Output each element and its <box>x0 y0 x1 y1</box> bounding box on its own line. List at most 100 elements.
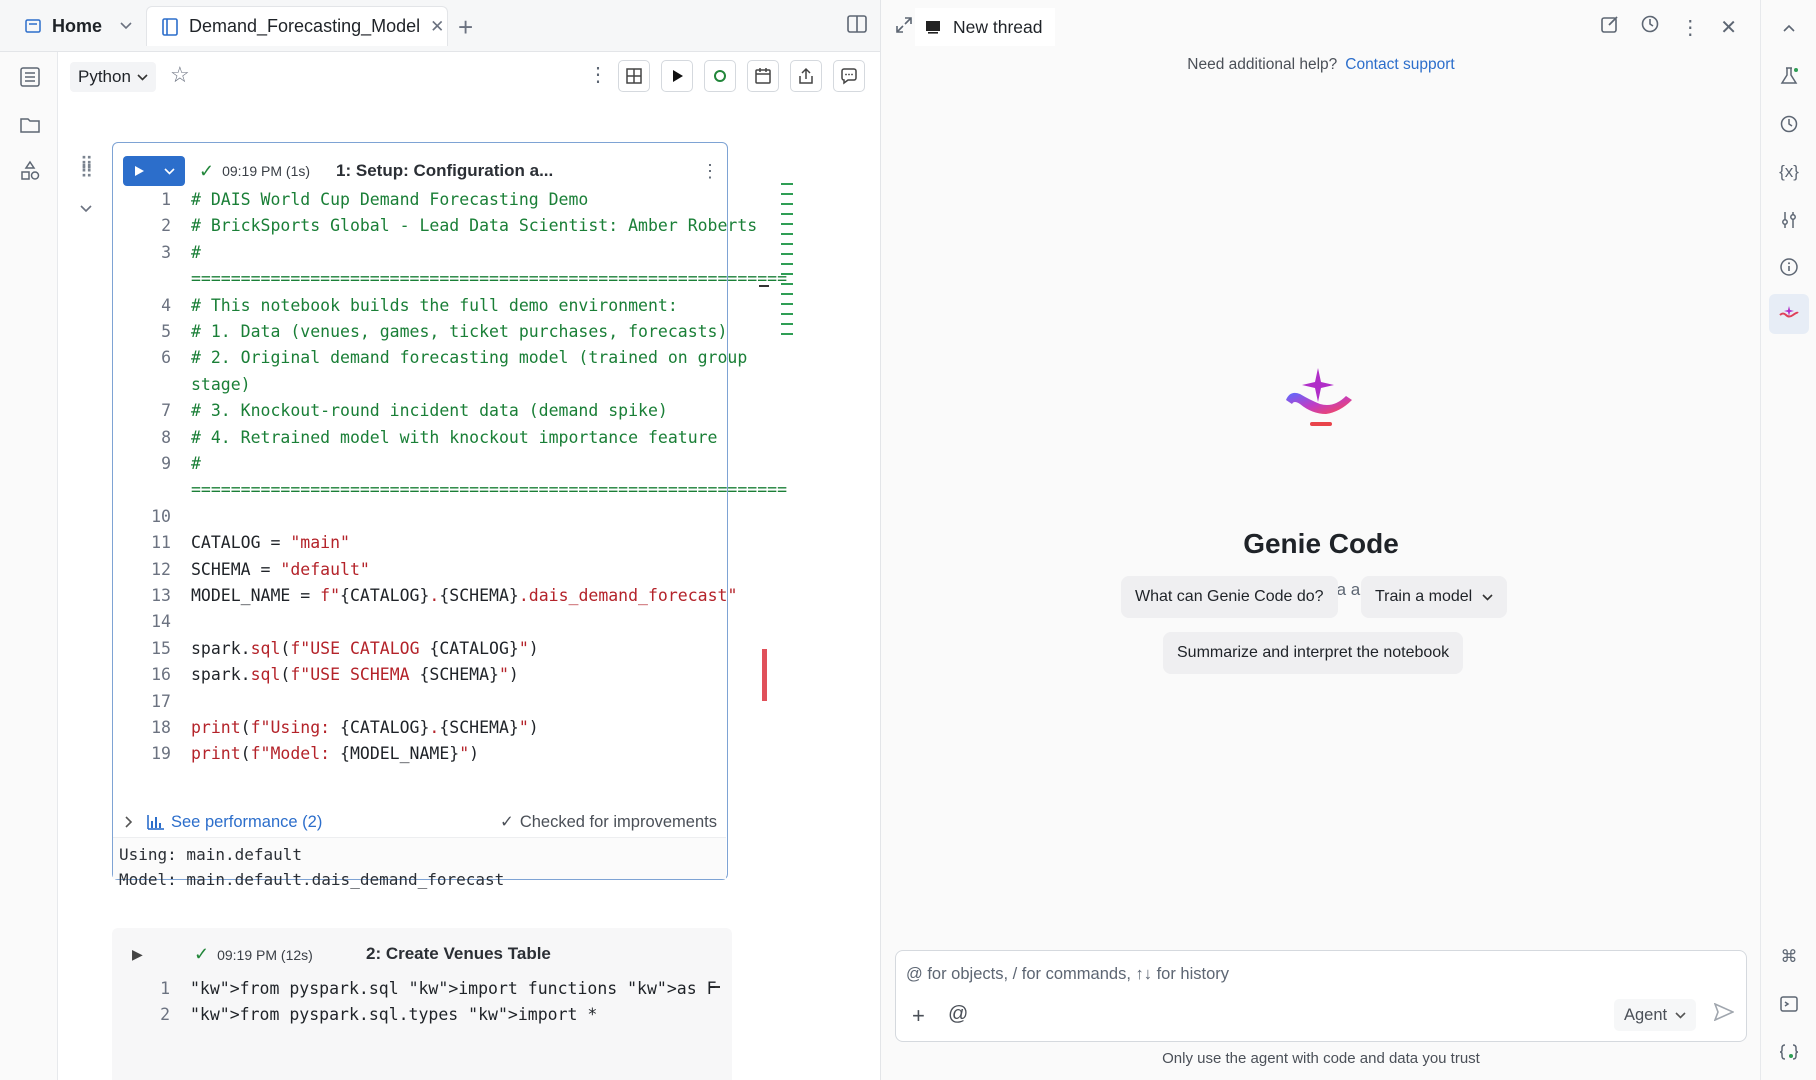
chat-input[interactable] <box>906 961 1726 987</box>
shapes-icon[interactable] <box>19 160 41 182</box>
status-circle-icon <box>713 69 727 83</box>
minimap-tick <box>781 223 793 225</box>
code-cell-2[interactable]: ▶ ✓ 09:19 PM (12s) 2: Create Venues Tabl… <box>112 928 732 1080</box>
cell-title[interactable]: 2: Create Venues Table <box>366 944 551 964</box>
code-line[interactable]: "kw">from pyspark.sql.types "kw">import … <box>190 1002 597 1028</box>
mention-icon[interactable]: @ <box>948 1003 968 1026</box>
minimap-tick <box>781 303 793 305</box>
run-cell-button[interactable] <box>123 156 185 186</box>
table-of-contents-icon[interactable] <box>19 66 41 88</box>
line-number: 13 <box>151 586 171 605</box>
tab-bar: Home Demand_Forecasting_Model ✕ + <box>0 0 880 52</box>
close-icon[interactable]: ✕ <box>1720 15 1737 40</box>
help-text: Need additional help? <box>1187 56 1338 73</box>
split-view-icon[interactable] <box>846 13 868 35</box>
thread-title[interactable]: New thread <box>915 8 1055 46</box>
agent-mode-selector[interactable]: Agent <box>1614 999 1697 1031</box>
thread-title-label: New thread <box>953 16 1043 37</box>
code-line[interactable]: ========================================… <box>191 477 787 503</box>
code-line[interactable]: ========================================… <box>191 266 787 292</box>
code-settings-icon[interactable] <box>1777 1040 1801 1064</box>
expand-icon[interactable] <box>895 16 913 34</box>
code-line[interactable]: SCHEMA = "default" <box>191 557 370 583</box>
more-options-icon[interactable]: ⋮ <box>1680 15 1700 40</box>
genie-assistant-icon[interactable] <box>1769 294 1809 334</box>
left-rail <box>0 52 58 1080</box>
code-line[interactable]: # <box>191 451 201 477</box>
code-line[interactable]: # BrickSports Global - Lead Data Scienti… <box>191 213 757 239</box>
folder-icon[interactable] <box>19 114 41 136</box>
keyboard-shortcuts-icon[interactable]: ⌘ <box>1777 945 1801 969</box>
code-line[interactable]: "kw">from pyspark.sql "kw">import functi… <box>190 976 717 1002</box>
contact-support-link[interactable]: Contact support <box>1345 56 1454 73</box>
line-number: 16 <box>151 665 171 685</box>
scroll-marker <box>759 285 769 287</box>
suggestion-chip-what-can[interactable]: What can Genie Code do? <box>1121 576 1338 618</box>
line-number: 11 <box>151 533 171 553</box>
tab-home[interactable]: Home <box>10 6 138 46</box>
cell-run-time: 09:19 PM (12s) <box>217 946 313 963</box>
language-selector[interactable]: Python <box>70 62 156 92</box>
settings-sliders-icon[interactable] <box>1777 208 1801 232</box>
run-all-button[interactable] <box>661 60 693 92</box>
code-line[interactable]: MODEL_NAME = f"{CATALOG}.{SCHEMA}.dais_d… <box>191 583 737 609</box>
drag-handle-icon[interactable]: ⠿ ⠿ <box>80 155 93 181</box>
code-cell-1[interactable]: ✓ 09:19 PM (1s) 1: Setup: Configuration … <box>112 142 793 889</box>
code-line[interactable]: # This notebook builds the full demo env… <box>191 293 678 319</box>
terminal-icon[interactable] <box>1777 992 1801 1016</box>
notebook-area: Python ☆ ⋮ ⠿ ⠿ ✓ 09:19 PM (1s) 1: Setup:… <box>58 52 880 1080</box>
code-line[interactable]: # <box>191 240 201 266</box>
cell-menu-icon[interactable]: ⋮ <box>701 161 719 182</box>
collapse-chevron-icon[interactable] <box>80 200 92 216</box>
new-tab-icon[interactable]: + <box>458 12 473 43</box>
code-line[interactable]: # 1. Data (venues, games, ticket purchas… <box>191 319 727 345</box>
code-line[interactable]: print(f"Model: {MODEL_NAME}") <box>191 741 479 767</box>
add-attachment-icon[interactable]: + <box>912 1003 925 1029</box>
code-line[interactable]: # 2. Original demand forecasting model (… <box>191 345 747 371</box>
share-icon <box>797 67 815 85</box>
edit-icon[interactable] <box>1600 14 1620 40</box>
compute-status-button[interactable] <box>704 60 736 92</box>
line-number: 12 <box>151 559 171 579</box>
line-number: 19 <box>151 744 171 764</box>
code-line[interactable]: # 4. Retrained model with knockout impor… <box>191 425 718 451</box>
share-button[interactable] <box>790 60 822 92</box>
more-options-icon[interactable]: ⋮ <box>588 62 608 87</box>
play-icon[interactable]: ▶ <box>132 946 143 963</box>
code-line[interactable]: spark.sql(f"USE SCHEMA {SCHEMA}") <box>191 662 519 688</box>
history-icon[interactable] <box>1640 14 1660 40</box>
layout-grid-button[interactable] <box>618 60 650 92</box>
play-icon <box>670 69 684 83</box>
experiment-icon[interactable] <box>1777 64 1801 88</box>
variables-icon[interactable]: {x} <box>1777 160 1801 184</box>
chevron-down-icon <box>137 73 148 81</box>
send-icon[interactable] <box>1713 1002 1735 1027</box>
code-line[interactable]: CATALOG = "main" <box>191 530 350 556</box>
favorite-star-icon[interactable]: ☆ <box>170 62 190 88</box>
history-icon[interactable] <box>1777 112 1801 136</box>
chevron-up-icon[interactable] <box>1777 16 1801 40</box>
line-number: 6 <box>161 348 171 368</box>
close-tab-icon[interactable]: ✕ <box>430 17 444 37</box>
suggestion-chip-summarize[interactable]: Summarize and interpret the notebook <box>1163 632 1464 674</box>
suggestion-chip-train-model[interactable]: Train a model <box>1361 576 1508 618</box>
schedule-button[interactable] <box>747 60 779 92</box>
code-line[interactable]: spark.sql(f"USE CATALOG {CATALOG}") <box>191 636 539 662</box>
line-number: 8 <box>161 427 171 447</box>
code-line[interactable]: # 3. Knockout-round incident data (deman… <box>191 398 668 424</box>
see-performance-link[interactable]: See performance (2) <box>147 813 322 832</box>
chevron-right-icon[interactable] <box>125 816 133 828</box>
code-line[interactable]: # DAIS World Cup Demand Forecasting Demo <box>191 187 588 213</box>
cell-title[interactable]: 1: Setup: Configuration a... <box>336 161 553 181</box>
line-number: 5 <box>161 322 171 341</box>
checked-improvements: ✓ Checked for improvements <box>500 812 717 832</box>
code-line[interactable]: print(f"Using: {CATALOG}.{SCHEMA}") <box>191 715 539 741</box>
calendar-icon <box>754 67 772 85</box>
cell-output: Using: main.default Model: main.default.… <box>113 837 726 889</box>
chevron-down-icon[interactable] <box>120 22 132 30</box>
info-icon[interactable] <box>1777 255 1801 279</box>
comments-button[interactable] <box>833 60 865 92</box>
tab-notebook[interactable]: Demand_Forecasting_Model ✕ <box>146 6 448 46</box>
code-line[interactable]: stage) <box>191 372 251 398</box>
home-icon <box>24 17 42 35</box>
